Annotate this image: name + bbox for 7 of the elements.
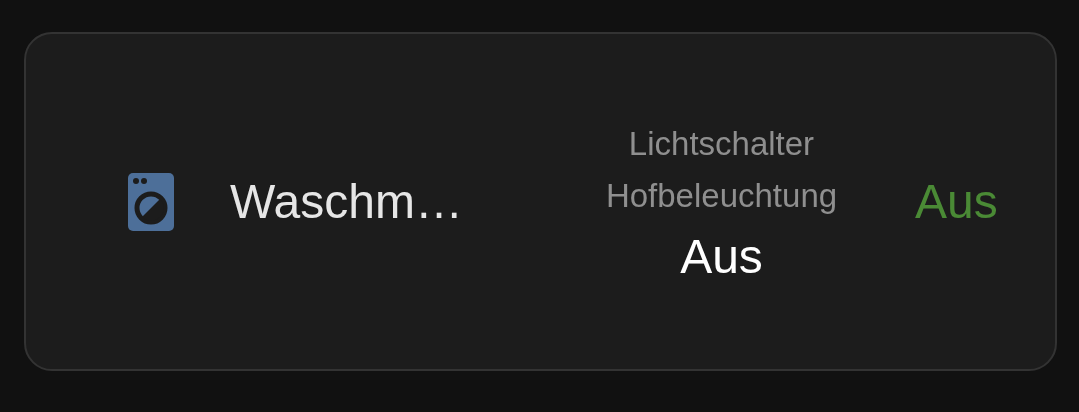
washing-machine-icon — [128, 172, 174, 231]
card-background[interactable]: Waschm… Lichtschalter Hofbeleuchtung Aus Aus — [24, 32, 1057, 371]
detail-label: Lichtschalter — [628, 125, 815, 163]
detail-label: Hofbeleuchtung — [605, 177, 838, 215]
state-value: Aus — [915, 174, 999, 229]
device-name: Waschm… — [229, 174, 464, 229]
detail-state: Aus — [680, 229, 763, 284]
